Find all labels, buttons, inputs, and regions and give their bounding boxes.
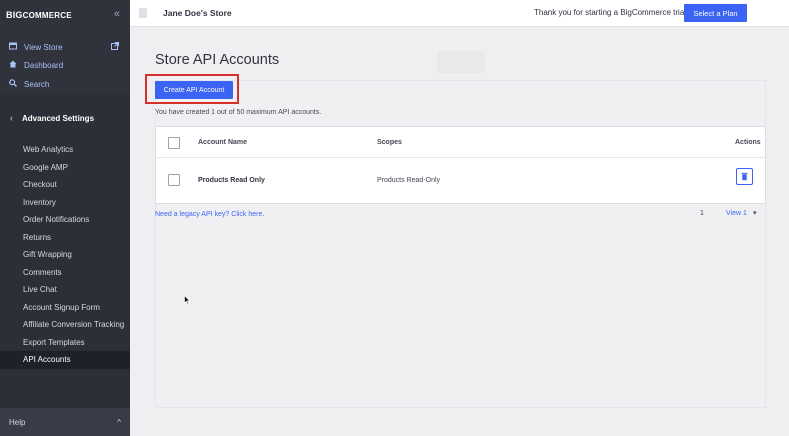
select-plan-button[interactable]: Select a Plan	[684, 4, 747, 22]
table-header: Account Name Scopes Actions	[156, 127, 765, 158]
storefront-icon	[8, 42, 18, 52]
sidebar-item-comments[interactable]: Comments	[0, 264, 130, 282]
column-header-scopes: Scopes	[377, 139, 402, 146]
api-accounts-table: Account Name Scopes Actions Products Rea…	[155, 126, 766, 204]
sidebar: BIGCOMMERCE « View Store Dashboard Searc…	[0, 0, 130, 436]
delete-button[interactable]	[736, 168, 753, 185]
trial-message: Thank you for starting a BigCommerce tri…	[534, 8, 689, 17]
highlight-box	[145, 74, 239, 104]
view-store-link[interactable]: View Store	[8, 42, 63, 52]
home-icon	[8, 60, 18, 70]
page-title: Store API Accounts	[155, 52, 280, 68]
dashboard-link[interactable]: Dashboard	[8, 60, 63, 70]
account-counter: You have created 1 out of 50 maximum API…	[155, 109, 322, 116]
chevron-up-icon: ^	[117, 417, 121, 427]
sidebar-item-checkout[interactable]: Checkout	[0, 176, 130, 194]
search-icon	[8, 79, 18, 89]
sidebar-item-google-amp[interactable]: Google AMP	[0, 159, 130, 177]
sidebar-item-export-templates[interactable]: Export Templates	[0, 334, 130, 352]
top-bar: Jane Doe's Store Thank you for starting …	[130, 0, 789, 27]
column-header-account-name: Account Name	[198, 139, 248, 146]
bigcommerce-logo[interactable]: BIGCOMMERCE	[6, 10, 72, 20]
sidebar-item-web-analytics[interactable]: Web Analytics	[0, 141, 130, 159]
sidebar-item-returns[interactable]: Returns	[0, 229, 130, 247]
view-per-page-select[interactable]: View 1	[726, 210, 747, 217]
page-number: 1	[700, 210, 704, 217]
scopes-cell: Products Read-Only	[377, 177, 441, 184]
external-link-icon[interactable]	[111, 42, 119, 52]
store-name: Jane Doe's Store	[163, 8, 232, 18]
select-all-checkbox[interactable]	[168, 137, 180, 149]
sidebar-item-inventory[interactable]: Inventory	[0, 194, 130, 212]
advanced-settings-back[interactable]: ‹ Advanced Settings	[0, 104, 130, 132]
account-name-cell[interactable]: Products Read Only	[198, 177, 265, 184]
settings-menu: Web Analytics Google AMP Checkout Invent…	[0, 141, 130, 369]
trash-icon	[741, 172, 748, 181]
column-header-actions: Actions	[735, 139, 761, 146]
placeholder-block	[437, 51, 485, 73]
sidebar-item-gift-wrapping[interactable]: Gift Wrapping	[0, 246, 130, 264]
sidebar-header: BIGCOMMERCE « View Store Dashboard Searc…	[0, 0, 130, 93]
sidebar-item-api-accounts[interactable]: API Accounts	[0, 351, 130, 369]
sidebar-item-live-chat[interactable]: Live Chat	[0, 281, 130, 299]
search-link[interactable]: Search	[8, 79, 49, 89]
store-icon	[139, 8, 147, 18]
help-menu[interactable]: Help ^	[0, 408, 130, 436]
collapse-sidebar-icon[interactable]: «	[114, 8, 120, 20]
row-checkbox[interactable]	[168, 174, 180, 186]
legacy-api-key-link[interactable]: Need a legacy API key? Click here.	[155, 211, 264, 218]
sidebar-item-order-notifications[interactable]: Order Notifications	[0, 211, 130, 229]
mouse-cursor-icon	[184, 295, 190, 305]
sidebar-item-account-signup-form[interactable]: Account Signup Form	[0, 299, 130, 317]
sidebar-item-affiliate-conversion-tracking[interactable]: Affiliate Conversion Tracking	[0, 316, 130, 334]
chevron-left-icon: ‹	[10, 113, 13, 123]
caret-down-icon[interactable]: ▾	[753, 209, 757, 217]
